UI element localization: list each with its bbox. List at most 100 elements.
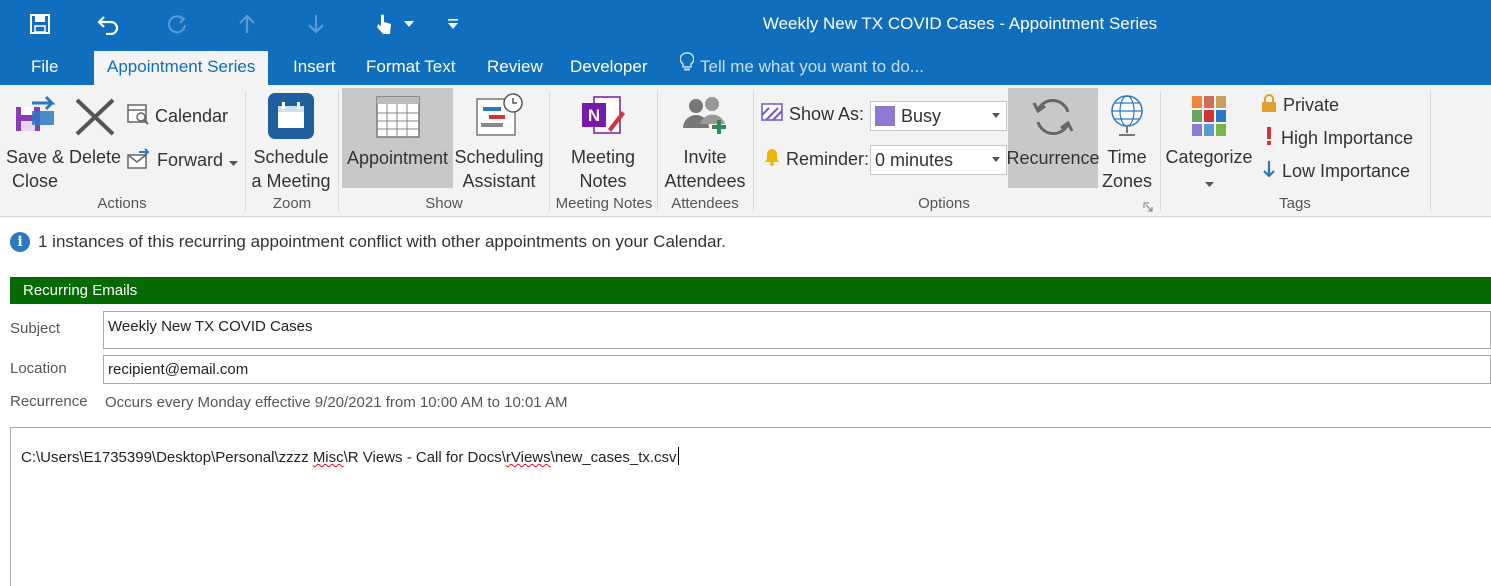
invite-attendees-label-2: Attendees bbox=[664, 171, 746, 191]
low-importance-button[interactable]: Low Importance bbox=[1262, 159, 1410, 184]
high-importance-button[interactable]: High Importance bbox=[1263, 126, 1413, 151]
categorize-icon bbox=[1190, 87, 1228, 145]
subject-field[interactable]: Weekly New TX COVID Cases bbox=[103, 311, 1491, 349]
body-text-part: \new_cases_tx.csv bbox=[550, 449, 677, 466]
meeting-notes-label-1: Meeting bbox=[570, 147, 636, 167]
ribbon-tab-bar: File Appointment Series Insert Format Te… bbox=[0, 48, 1491, 85]
tell-me-box[interactable]: Tell me what you want to do... bbox=[679, 48, 924, 85]
subject-label: Subject bbox=[10, 320, 61, 337]
recurrence-label: Recurrence bbox=[1006, 148, 1100, 168]
reminder-label-row: Reminder: bbox=[764, 148, 869, 171]
private-button[interactable]: Private bbox=[1261, 93, 1339, 118]
text-caret bbox=[677, 447, 679, 465]
down-arrow-icon bbox=[300, 8, 332, 40]
forward-button[interactable]: Forward bbox=[127, 147, 239, 174]
calendar-button[interactable]: Calendar bbox=[127, 103, 228, 130]
location-value: recipient@email.com bbox=[108, 361, 249, 378]
tell-me-placeholder: Tell me what you want to do... bbox=[700, 57, 924, 76]
invite-attendees-icon bbox=[680, 87, 730, 145]
invite-attendees-label-1: Invite bbox=[683, 147, 727, 167]
customize-qat-icon[interactable] bbox=[438, 8, 468, 40]
tab-format-text[interactable]: Format Text bbox=[353, 48, 468, 85]
delete-label: Delete bbox=[68, 147, 122, 167]
scheduling-assistant-icon bbox=[475, 87, 523, 145]
body-text-part: C:\Users\E1735399\Desktop\Personal\zzzz bbox=[21, 449, 313, 466]
group-label-meeting-notes: Meeting Notes bbox=[555, 195, 653, 212]
info-icon: i bbox=[10, 232, 30, 252]
lightbulb-icon bbox=[679, 48, 695, 85]
delete-icon bbox=[73, 87, 117, 145]
reminder-dropdown[interactable]: 0 minutes bbox=[870, 145, 1007, 175]
show-as-value: Busy bbox=[901, 105, 942, 126]
body-text-part: \R Views - Call for Docs\ bbox=[343, 449, 506, 466]
group-separator bbox=[1430, 91, 1431, 211]
down-arrow-icon bbox=[1262, 159, 1276, 184]
delete-button[interactable]: Delete bbox=[66, 87, 124, 169]
location-field[interactable]: recipient@email.com bbox=[103, 355, 1491, 384]
save-close-button[interactable]: Save & Close bbox=[4, 87, 66, 193]
group-label-options: Options bbox=[918, 195, 970, 212]
recurrence-button[interactable]: Recurrence bbox=[1006, 88, 1100, 188]
invite-attendees-button[interactable]: Invite Attendees bbox=[662, 87, 748, 193]
tab-file[interactable]: File bbox=[18, 48, 71, 85]
group-separator bbox=[753, 91, 754, 211]
private-label: Private bbox=[1283, 95, 1340, 115]
recurrence-label: Recurrence bbox=[10, 393, 88, 410]
group-separator bbox=[549, 91, 550, 211]
save-icon[interactable] bbox=[24, 8, 56, 40]
spelling-error: Misc bbox=[312, 449, 344, 466]
globe-icon bbox=[1107, 87, 1147, 145]
ribbon: Save & Close Delete Calendar Forward Act… bbox=[0, 85, 1491, 217]
group-separator bbox=[657, 91, 658, 211]
time-zones-button[interactable]: Time Zones bbox=[1098, 87, 1156, 193]
body-text: C:\Users\E1735399\Desktop\Personal\zzzz … bbox=[21, 447, 679, 466]
category-bar: Recurring Emails bbox=[10, 277, 1491, 304]
undo-icon[interactable] bbox=[92, 8, 124, 40]
reminder-value: 0 minutes bbox=[875, 149, 954, 170]
subject-value: Weekly New TX COVID Cases bbox=[108, 318, 313, 335]
recurrence-summary: Occurs every Monday effective 9/20/2021 … bbox=[105, 394, 568, 411]
chevron-down-icon bbox=[229, 150, 239, 171]
time-zones-label-2: Zones bbox=[1101, 171, 1153, 191]
group-label-tags: Tags bbox=[1279, 195, 1311, 212]
tab-appointment-series[interactable]: Appointment Series bbox=[94, 51, 269, 85]
group-separator bbox=[245, 91, 246, 211]
recurrence-icon bbox=[1030, 88, 1076, 146]
lock-icon bbox=[1261, 93, 1277, 118]
tab-insert[interactable]: Insert bbox=[280, 48, 349, 85]
tab-review[interactable]: Review bbox=[474, 48, 556, 85]
redo-icon bbox=[161, 8, 193, 40]
conflict-info-bar: i 1 instances of this recurring appointm… bbox=[10, 232, 726, 252]
dialog-launcher-icon[interactable] bbox=[1143, 199, 1153, 217]
appointment-button[interactable]: Appointment bbox=[342, 88, 453, 188]
calendar-icon bbox=[127, 103, 149, 130]
group-label-zoom: Zoom bbox=[272, 195, 312, 212]
group-label-actions: Actions bbox=[97, 195, 147, 212]
categorize-label: Categorize bbox=[1165, 147, 1253, 167]
meeting-notes-button[interactable]: N Meeting Notes bbox=[558, 87, 648, 193]
meeting-notes-label-2: Notes bbox=[579, 171, 627, 191]
low-importance-label: Low Importance bbox=[1282, 161, 1411, 181]
group-label-show: Show bbox=[425, 195, 463, 212]
time-zones-label-1: Time bbox=[1107, 147, 1147, 167]
show-as-icon bbox=[761, 103, 783, 126]
tab-developer[interactable]: Developer bbox=[557, 48, 661, 85]
message-body[interactable]: C:\Users\E1735399\Desktop\Personal\zzzz … bbox=[10, 427, 1491, 586]
chevron-down-icon bbox=[992, 113, 1000, 118]
schedule-meeting-button[interactable]: Schedule a Meeting bbox=[250, 87, 332, 193]
scheduling-assistant-button[interactable]: Scheduling Assistant bbox=[453, 87, 545, 193]
schedule-meeting-label-2: a Meeting bbox=[251, 171, 331, 191]
appointment-icon bbox=[375, 88, 420, 146]
chevron-down-icon bbox=[992, 157, 1000, 162]
high-importance-label: High Importance bbox=[1281, 128, 1414, 148]
show-as-label: Show As: bbox=[789, 104, 865, 124]
scheduling-assistant-label-2: Assistant bbox=[462, 171, 536, 191]
chevron-down-icon[interactable] bbox=[395, 8, 423, 40]
show-as-dropdown[interactable]: Busy bbox=[870, 101, 1007, 131]
reminder-label: Reminder: bbox=[786, 149, 870, 169]
save-close-label-1: Save & bbox=[5, 147, 65, 167]
schedule-meeting-icon bbox=[267, 87, 315, 145]
appointment-label: Appointment bbox=[346, 148, 449, 168]
up-arrow-icon bbox=[231, 8, 263, 40]
categorize-button[interactable]: Categorize bbox=[1163, 87, 1255, 193]
